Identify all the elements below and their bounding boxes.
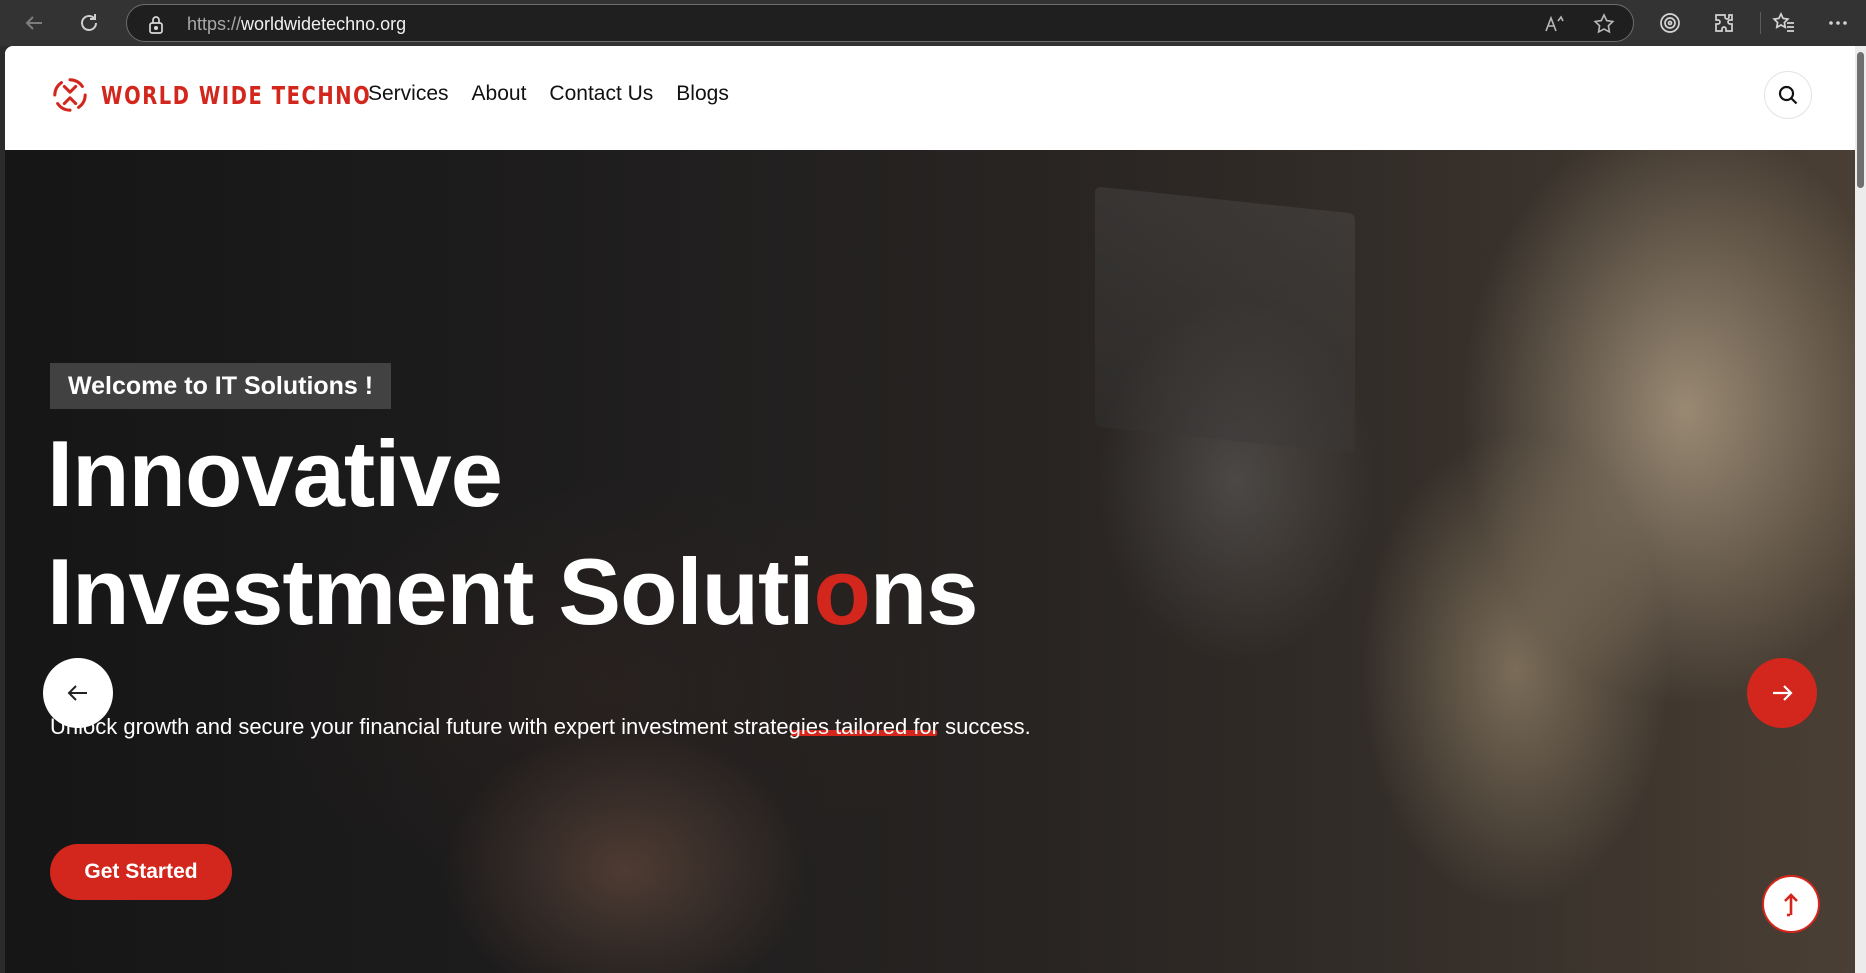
main-nav: Services About Contact Us Blogs xyxy=(368,82,729,106)
more-icon xyxy=(1829,21,1847,25)
refresh-button[interactable] xyxy=(73,7,105,39)
lock-icon xyxy=(149,16,163,34)
scrollbar-thumb[interactable] xyxy=(1857,52,1864,188)
hero-badge-text: Welcome to IT Solutions ! xyxy=(68,371,374,400)
hero-headline: Innovative Investment Solutions xyxy=(47,415,979,651)
headline-line-2-start: Investment Soluti xyxy=(47,539,814,644)
hero-subtitle: Unlock growth and secure your financial … xyxy=(50,714,1031,739)
get-started-button[interactable]: Get Started xyxy=(50,844,232,900)
scroll-to-top-button[interactable] xyxy=(1762,875,1820,933)
url-protocol: https:// xyxy=(187,14,242,34)
nav-about[interactable]: About xyxy=(472,82,527,106)
page-scrollbar[interactable] xyxy=(1855,46,1866,973)
browser-essentials-icon xyxy=(1660,13,1680,33)
toolbar-divider xyxy=(1760,12,1761,34)
arrow-left-icon xyxy=(67,685,87,701)
headline-accent-letter: o xyxy=(813,539,870,644)
url-host: worldwidetechno.org xyxy=(241,14,407,34)
nav-services[interactable]: Services xyxy=(368,82,449,106)
favorite-button[interactable] xyxy=(1593,13,1615,35)
extensions-icon xyxy=(1715,14,1733,32)
arrow-up-icon xyxy=(1784,893,1798,917)
brand-name: WORLD WIDE TECHNO xyxy=(101,80,372,110)
favorites-icon xyxy=(1772,12,1794,32)
favorite-star-icon xyxy=(1593,13,1615,34)
arrow-right-icon xyxy=(1773,685,1793,701)
address-bar[interactable]: https://worldwidetechno.org xyxy=(126,4,1634,42)
hero-badge: Welcome to IT Solutions ! xyxy=(50,363,392,409)
get-started-label: Get Started xyxy=(84,860,198,883)
logo-mark-icon xyxy=(53,78,87,112)
slider-prev-button[interactable] xyxy=(43,658,113,728)
refresh-icon xyxy=(81,14,97,31)
back-button[interactable] xyxy=(18,7,50,39)
search-button[interactable] xyxy=(1764,71,1812,119)
browser-toolbar: https://worldwidetechno.org xyxy=(0,0,1866,46)
nav-blogs[interactable]: Blogs xyxy=(676,82,729,106)
favorites-button[interactable] xyxy=(1770,9,1798,37)
headline-line-1: Innovative xyxy=(47,421,503,526)
url-text[interactable]: https://worldwidetechno.org xyxy=(187,14,406,35)
read-aloud-button[interactable] xyxy=(1543,13,1565,35)
more-button[interactable] xyxy=(1824,9,1852,37)
nav-contact-us[interactable]: Contact Us xyxy=(549,82,653,106)
page-viewport: WORLD WIDE TECHNO Services About Contact… xyxy=(5,46,1855,973)
browser-essentials-button[interactable] xyxy=(1656,9,1684,37)
hero-slider: Welcome to IT Solutions ! Innovative Inv… xyxy=(5,150,1855,973)
headline-line-2-end: ns xyxy=(869,539,979,644)
slider-next-button[interactable] xyxy=(1747,658,1817,728)
search-icon xyxy=(1778,85,1798,105)
site-header: WORLD WIDE TECHNO Services About Contact… xyxy=(5,46,1855,150)
extensions-button[interactable] xyxy=(1710,9,1738,37)
headline-line-2: Investment Solutions xyxy=(47,533,979,651)
read-aloud-icon xyxy=(1545,15,1564,32)
back-icon xyxy=(25,16,42,30)
